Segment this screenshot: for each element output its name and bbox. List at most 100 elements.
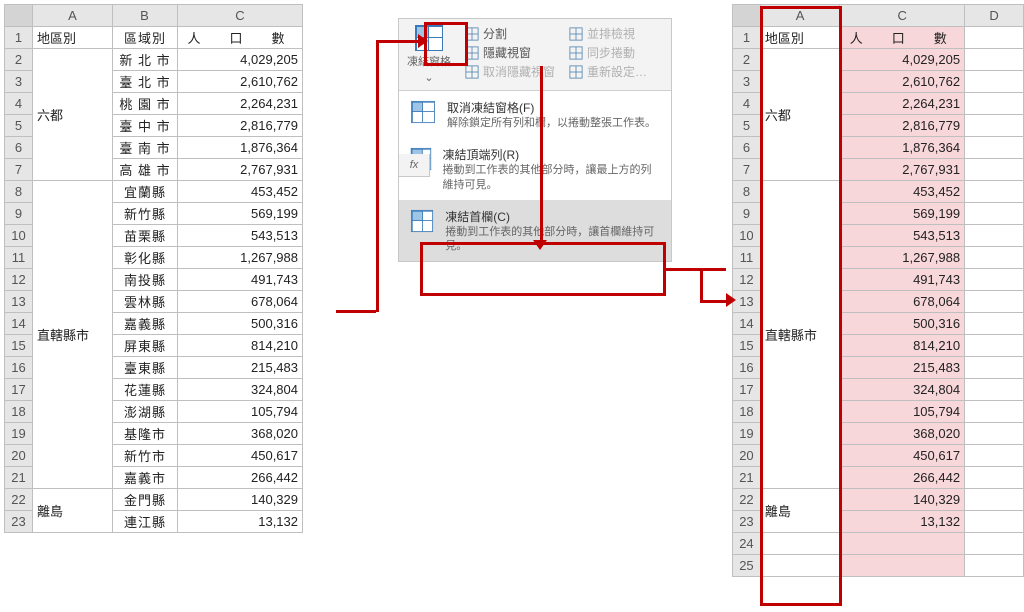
- row-hdr[interactable]: 20: [5, 445, 33, 467]
- cell[interactable]: [965, 159, 1024, 181]
- row-hdr[interactable]: 13: [5, 291, 33, 313]
- cell[interactable]: 105,794: [840, 401, 965, 423]
- cell[interactable]: 324,804: [178, 379, 303, 401]
- row-hdr[interactable]: 20: [733, 445, 761, 467]
- row-hdr[interactable]: 15: [733, 335, 761, 357]
- cell[interactable]: 368,020: [840, 423, 965, 445]
- region-cell[interactable]: 六都: [760, 49, 840, 181]
- cell[interactable]: [965, 247, 1024, 269]
- cell[interactable]: [840, 533, 965, 555]
- menu-freeze-first-column[interactable]: 凍結首欄(C) 捲動到工作表的其他部分時，讓首欄維持可見。: [399, 200, 671, 262]
- cell[interactable]: [965, 379, 1024, 401]
- row-hdr[interactable]: 3: [5, 71, 33, 93]
- cell[interactable]: 450,617: [178, 445, 303, 467]
- cell[interactable]: 連江縣: [113, 511, 178, 533]
- cell[interactable]: 彰化縣: [113, 247, 178, 269]
- row-hdr[interactable]: 16: [733, 357, 761, 379]
- cell[interactable]: 區域別: [113, 27, 178, 49]
- cell[interactable]: [965, 467, 1024, 489]
- cell[interactable]: 500,316: [840, 313, 965, 335]
- cell[interactable]: 人 口 數: [840, 27, 965, 49]
- cell[interactable]: 678,064: [840, 291, 965, 313]
- cell[interactable]: 140,329: [178, 489, 303, 511]
- cell[interactable]: [965, 269, 1024, 291]
- cell[interactable]: 569,199: [178, 203, 303, 225]
- region-cell[interactable]: 離島: [760, 489, 840, 533]
- col-hdr-A[interactable]: A: [760, 5, 840, 27]
- cell[interactable]: 嘉義市: [113, 467, 178, 489]
- row-hdr[interactable]: 16: [5, 357, 33, 379]
- cell[interactable]: [965, 93, 1024, 115]
- row-hdr[interactable]: 19: [733, 423, 761, 445]
- cell[interactable]: 678,064: [178, 291, 303, 313]
- row-hdr[interactable]: 17: [733, 379, 761, 401]
- row-hdr[interactable]: 18: [5, 401, 33, 423]
- cell[interactable]: 1,876,364: [178, 137, 303, 159]
- row-hdr[interactable]: 22: [733, 489, 761, 511]
- right-spreadsheet[interactable]: ACD1地區別人 口 數2六都4,029,20532,610,76242,264…: [732, 4, 1024, 577]
- row-hdr[interactable]: 11: [5, 247, 33, 269]
- menu-unfreeze[interactable]: 取消凍結窗格(F) 解除鎖定所有列和欄，以捲動整張工作表。: [399, 91, 671, 138]
- cell[interactable]: 2,610,762: [840, 71, 965, 93]
- cell[interactable]: 814,210: [178, 335, 303, 357]
- row-hdr[interactable]: 5: [5, 115, 33, 137]
- cell[interactable]: 屏東縣: [113, 335, 178, 357]
- row-hdr[interactable]: 4: [733, 93, 761, 115]
- row-hdr[interactable]: 21: [733, 467, 761, 489]
- cell[interactable]: 新竹市: [113, 445, 178, 467]
- row-hdr[interactable]: 11: [733, 247, 761, 269]
- cell[interactable]: 266,442: [840, 467, 965, 489]
- row-hdr[interactable]: 17: [5, 379, 33, 401]
- cell[interactable]: 543,513: [178, 225, 303, 247]
- row-hdr[interactable]: 2: [5, 49, 33, 71]
- cell[interactable]: 4,029,205: [178, 49, 303, 71]
- row-hdr[interactable]: 24: [733, 533, 761, 555]
- row-hdr[interactable]: 8: [5, 181, 33, 203]
- cell[interactable]: [965, 71, 1024, 93]
- cell[interactable]: [965, 49, 1024, 71]
- row-hdr[interactable]: 6: [5, 137, 33, 159]
- cell[interactable]: 苗栗縣: [113, 225, 178, 247]
- row-hdr[interactable]: 1: [5, 27, 33, 49]
- cell[interactable]: 215,483: [840, 357, 965, 379]
- cell[interactable]: 500,316: [178, 313, 303, 335]
- cell[interactable]: [965, 291, 1024, 313]
- cell[interactable]: 368,020: [178, 423, 303, 445]
- ribbon-hide[interactable]: 隱藏視窗: [465, 44, 555, 61]
- cell[interactable]: 1,267,988: [840, 247, 965, 269]
- row-hdr[interactable]: 23: [5, 511, 33, 533]
- region-cell[interactable]: 六都: [33, 49, 113, 181]
- region-cell[interactable]: 直轄縣市: [760, 181, 840, 489]
- cell[interactable]: 臺 北 市: [113, 71, 178, 93]
- cell[interactable]: 814,210: [840, 335, 965, 357]
- row-hdr[interactable]: 14: [733, 313, 761, 335]
- cell[interactable]: [965, 511, 1024, 533]
- cell[interactable]: 453,452: [840, 181, 965, 203]
- cell[interactable]: 臺 南 市: [113, 137, 178, 159]
- left-spreadsheet[interactable]: ABC1地區別區域別人 口 數2六都新 北 市4,029,2053臺 北 市2,…: [4, 4, 303, 533]
- cell[interactable]: 105,794: [178, 401, 303, 423]
- cell[interactable]: 450,617: [840, 445, 965, 467]
- cell[interactable]: [965, 357, 1024, 379]
- cell[interactable]: 266,442: [178, 467, 303, 489]
- menu-freeze-top-row[interactable]: 凍結頂端列(R) 捲動到工作表的其他部分時，讓最上方的列維持可見。: [399, 138, 671, 200]
- cell[interactable]: 2,264,231: [178, 93, 303, 115]
- cell[interactable]: 2,767,931: [178, 159, 303, 181]
- cell[interactable]: [965, 203, 1024, 225]
- cell[interactable]: 13,132: [840, 511, 965, 533]
- cell[interactable]: 金門縣: [113, 489, 178, 511]
- cell[interactable]: 1,876,364: [840, 137, 965, 159]
- row-hdr[interactable]: 6: [733, 137, 761, 159]
- freeze-panes-button[interactable]: 凍結窗格 ⌄: [407, 25, 451, 84]
- cell[interactable]: 澎湖縣: [113, 401, 178, 423]
- ribbon-sync-scroll[interactable]: 同步捲動: [569, 44, 647, 61]
- cell[interactable]: [965, 335, 1024, 357]
- cell[interactable]: [965, 423, 1024, 445]
- row-hdr[interactable]: 25: [733, 555, 761, 577]
- cell[interactable]: [965, 137, 1024, 159]
- cell[interactable]: [965, 489, 1024, 511]
- col-hdr-B[interactable]: B: [113, 5, 178, 27]
- cell[interactable]: 569,199: [840, 203, 965, 225]
- cell[interactable]: 453,452: [178, 181, 303, 203]
- cell[interactable]: 543,513: [840, 225, 965, 247]
